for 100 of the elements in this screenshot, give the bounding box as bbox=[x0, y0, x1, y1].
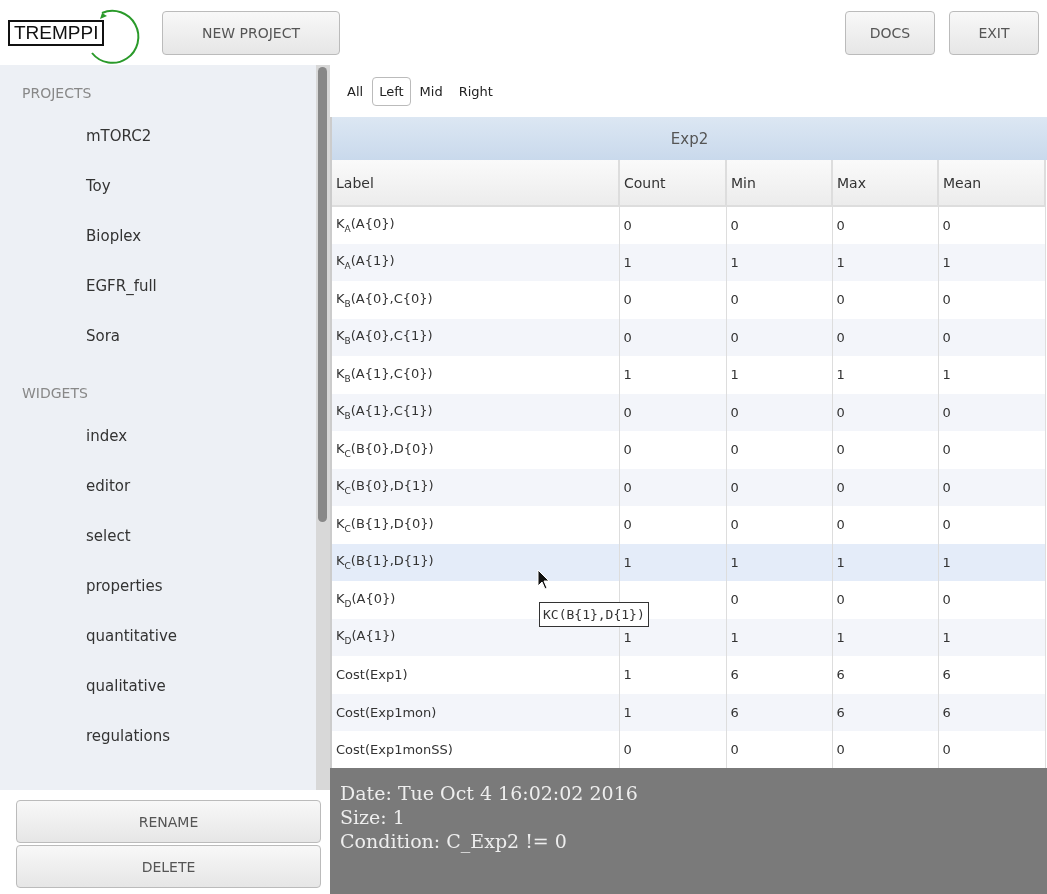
table-cell: 0 bbox=[836, 592, 845, 608]
header-button[interactable]: EXIT bbox=[949, 10, 1039, 55]
table-cell: 0 bbox=[730, 442, 739, 458]
table-row[interactable]: K$_{B}$(A{1},C{1}) 0 0 0 0 bbox=[332, 393, 1045, 431]
table-cell: 0 bbox=[836, 479, 845, 495]
section-header: WIDGETS bbox=[21, 384, 89, 403]
table-cell: 0 bbox=[623, 329, 632, 345]
table-cell: 0 bbox=[942, 404, 951, 420]
column-header[interactable]: Label bbox=[332, 160, 619, 206]
sidebar-item[interactable]: regulations bbox=[0, 711, 316, 761]
new-project-button[interactable]: NEW PROJECT bbox=[162, 10, 340, 55]
table-row[interactable]: Cost(Exp1mon) 1 6 6 6 bbox=[332, 693, 1045, 731]
table-row[interactable]: K$_{B}$(A{0},C{0}) 0 0 0 0 bbox=[332, 281, 1045, 319]
sidebar-item[interactable]: index bbox=[0, 411, 316, 461]
table-cell: 0 bbox=[836, 329, 845, 345]
table-cell: 0 bbox=[730, 404, 739, 420]
table-cell: K$_{D}$(A{1}) bbox=[336, 628, 396, 644]
sidebar-item[interactable]: select bbox=[0, 511, 316, 561]
table-cell: 6 bbox=[942, 667, 951, 683]
sidebar-item[interactable]: editor bbox=[0, 461, 316, 511]
table-cell: 0 bbox=[730, 592, 739, 608]
table-cell: Cost(Exp1mon) bbox=[336, 704, 437, 720]
table-title: Exp2 bbox=[332, 117, 1047, 160]
table-cell: 1 bbox=[836, 629, 845, 645]
table-row[interactable]: K$_{C}$(B{1},D{1}) 1 1 1 1 bbox=[332, 543, 1045, 581]
sidebar-item[interactable]: Sora bbox=[0, 311, 316, 361]
table-cell: 0 bbox=[942, 742, 951, 758]
table-cell: 0 bbox=[623, 292, 632, 308]
column-header[interactable]: Mean bbox=[938, 160, 1045, 206]
tooltip: KC(B{1},D{1}) bbox=[539, 602, 649, 627]
table-cell: K$_{B}$(A{0},C{1}) bbox=[336, 328, 433, 344]
table-cell: 1 bbox=[836, 367, 845, 383]
sidebar-item[interactable]: qualitative bbox=[0, 661, 316, 711]
table-cell: 0 bbox=[942, 292, 951, 308]
table-row[interactable]: K$_{C}$(B{0},D{1}) 0 0 0 0 bbox=[332, 468, 1045, 506]
table-cell: 6 bbox=[942, 704, 951, 720]
table-cell: 0 bbox=[942, 217, 951, 233]
sidebar-item[interactable]: Bioplex bbox=[0, 211, 316, 261]
table-cell: 1 bbox=[623, 367, 632, 383]
table-cell: K$_{A}$(A{0}) bbox=[336, 216, 395, 232]
table-row[interactable]: K$_{A}$(A{0}) 0 0 0 0 bbox=[332, 206, 1045, 244]
sidebar-item[interactable]: EGFR_full bbox=[0, 261, 316, 311]
table-cell: 0 bbox=[623, 517, 632, 533]
table-cell: 1 bbox=[623, 554, 632, 570]
table-row[interactable]: K$_{B}$(A{0},C{1}) 0 0 0 0 bbox=[332, 318, 1045, 356]
column-header[interactable]: Max bbox=[832, 160, 938, 206]
table-cell: 0 bbox=[942, 592, 951, 608]
info-line: Condition: C_Exp2 != 0 bbox=[340, 830, 568, 852]
table-cell: 0 bbox=[623, 442, 632, 458]
section-header: PROJECTS bbox=[21, 84, 93, 103]
table-cell: K$_{C}$(B{0},D{0}) bbox=[336, 440, 434, 456]
column-header[interactable]: Min bbox=[726, 160, 832, 206]
table-cell: 0 bbox=[730, 217, 739, 233]
sidebar-item[interactable]: quantitative bbox=[0, 611, 316, 661]
table-row[interactable]: K$_{A}$(A{1}) 1 1 1 1 bbox=[332, 243, 1045, 281]
table-cell: 1 bbox=[942, 629, 951, 645]
table-cell: K$_{A}$(A{1}) bbox=[336, 253, 395, 269]
sidebar-button[interactable]: RENAME bbox=[16, 800, 321, 843]
table-cell: 6 bbox=[730, 704, 739, 720]
table-cell: K$_{C}$(B{1},D{0}) bbox=[336, 515, 434, 531]
table-cell: 1 bbox=[836, 254, 845, 270]
table-cell: 0 bbox=[623, 742, 632, 758]
header-button[interactable]: DOCS bbox=[845, 10, 935, 55]
sidebar-item[interactable]: properties bbox=[0, 561, 316, 611]
table-cell: K$_{C}$(B{0},D{1}) bbox=[336, 478, 434, 494]
table-cell: 1 bbox=[730, 367, 739, 383]
cursor-icon bbox=[537, 569, 551, 591]
table-row[interactable]: K$_{B}$(A{1},C{0}) 1 1 1 1 bbox=[332, 356, 1045, 394]
table-row[interactable]: K$_{C}$(B{1},D{0}) 0 0 0 0 bbox=[332, 506, 1045, 544]
table-cell: K$_{D}$(A{0}) bbox=[336, 590, 396, 606]
table-row[interactable]: Cost(Exp1) 1 6 6 6 bbox=[332, 656, 1045, 694]
filter-tab[interactable]: Right bbox=[451, 76, 500, 106]
info-line: Date: Tue Oct 4 16:02:02 2016 bbox=[340, 782, 639, 804]
table-cell: 6 bbox=[836, 667, 845, 683]
scrollbar[interactable] bbox=[316, 65, 330, 790]
table-cell: 1 bbox=[623, 704, 632, 720]
table-cell: 1 bbox=[730, 554, 739, 570]
column-header[interactable]: Count bbox=[619, 160, 726, 206]
table-cell: 6 bbox=[730, 667, 739, 683]
table-cell: 0 bbox=[730, 329, 739, 345]
table-row[interactable]: K$_{C}$(B{0},D{0}) 0 0 0 0 bbox=[332, 431, 1045, 469]
sidebar-item[interactable]: Toy bbox=[0, 161, 316, 211]
table-cell: 1 bbox=[942, 367, 951, 383]
table-cell: 1 bbox=[730, 254, 739, 270]
filter-tab[interactable]: Left bbox=[372, 76, 411, 106]
table-cell: 6 bbox=[836, 704, 845, 720]
table-cell: Cost(Exp1) bbox=[336, 667, 408, 683]
sidebar-item[interactable]: mTORC2 bbox=[0, 111, 316, 161]
table-cell: K$_{B}$(A{0},C{0}) bbox=[336, 290, 433, 306]
table-cell: 0 bbox=[942, 442, 951, 458]
table-cell: 0 bbox=[942, 517, 951, 533]
table-cell: 1 bbox=[942, 254, 951, 270]
table-cell: 0 bbox=[623, 479, 632, 495]
filter-tab[interactable]: All bbox=[340, 76, 371, 106]
sidebar-button[interactable]: DELETE bbox=[16, 845, 321, 888]
filter-tab[interactable]: Mid bbox=[412, 76, 450, 106]
table-cell: 1 bbox=[623, 254, 632, 270]
table-cell: 0 bbox=[836, 442, 845, 458]
table-cell: 1 bbox=[836, 554, 845, 570]
table-cell: 0 bbox=[836, 517, 845, 533]
